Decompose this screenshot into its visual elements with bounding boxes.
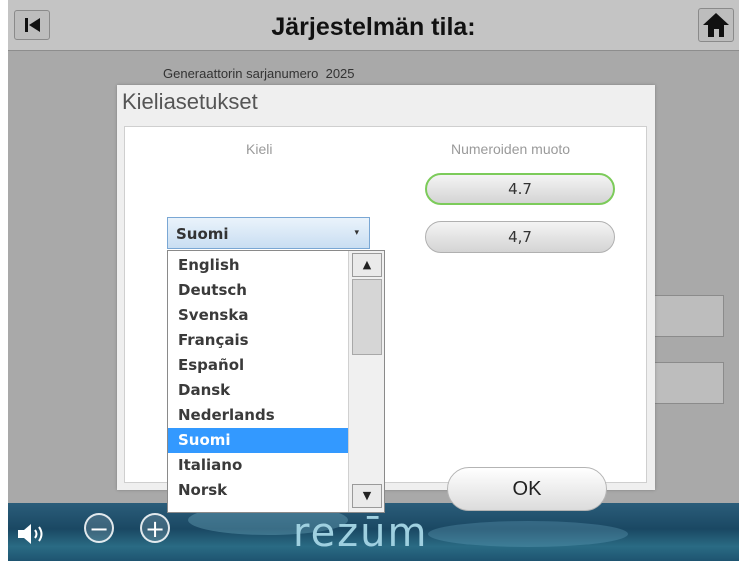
home-icon-door: [714, 29, 719, 37]
home-button[interactable]: [698, 8, 734, 42]
dropdown-arrow-icon: ▾: [354, 228, 359, 238]
scroll-down-icon[interactable]: ▼: [352, 484, 382, 508]
language-option-francais[interactable]: Français: [168, 328, 348, 353]
language-option-norsk[interactable]: Norsk: [168, 478, 348, 503]
volume-up-button[interactable]: +: [140, 513, 170, 543]
language-select-value: Suomi: [176, 225, 229, 243]
background-button-1[interactable]: [654, 295, 724, 337]
language-option-deutsch[interactable]: Deutsch: [168, 278, 348, 303]
serial-number-row: Generaattorin sarjanumero 2025: [163, 66, 355, 81]
background-button-2[interactable]: [654, 362, 724, 404]
scrollbar-thumb[interactable]: [352, 279, 382, 355]
dialog-body: Kieli Numeroiden muoto Suomi ▾ English D…: [124, 126, 647, 513]
list-scrollbar[interactable]: ▲ ▼: [348, 251, 384, 512]
language-select[interactable]: Suomi ▾: [167, 217, 370, 249]
speaker-icon[interactable]: [16, 523, 46, 545]
language-option-dansk[interactable]: Dansk: [168, 378, 348, 403]
brand-logo: rezūm: [293, 510, 429, 556]
header-bar: Järjestelmän tila:: [8, 0, 739, 51]
serial-number-label: Generaattorin sarjanumero: [163, 66, 319, 81]
dialog-title: Kieliasetukset: [122, 89, 258, 114]
language-option-espanol[interactable]: Español: [168, 353, 348, 378]
number-format-dot-button[interactable]: 4.7: [425, 173, 615, 205]
scroll-up-icon[interactable]: ▲: [352, 253, 382, 277]
language-label: Kieli: [246, 141, 273, 157]
serial-number-value: 2025: [325, 66, 355, 81]
volume-down-button[interactable]: −: [84, 513, 114, 543]
ok-button[interactable]: OK: [447, 467, 607, 511]
number-format-comma-button[interactable]: 4,7: [425, 221, 615, 253]
language-option-svenska[interactable]: Svenska: [168, 303, 348, 328]
number-format-label: Numeroiden muoto: [451, 141, 571, 157]
water-background-decoration-2: [428, 521, 628, 547]
language-option-nederlands[interactable]: Nederlands: [168, 403, 348, 428]
language-option-suomi[interactable]: Suomi: [168, 428, 348, 453]
page-title: Järjestelmän tila:: [271, 13, 476, 41]
language-settings-dialog: Kieliasetukset Kieli Numeroiden muoto Su…: [117, 85, 655, 513]
language-option-english[interactable]: English: [168, 253, 348, 278]
language-option-italiano[interactable]: Italiano: [168, 453, 348, 478]
language-dropdown-list[interactable]: English Deutsch Svenska Français Español…: [167, 250, 385, 513]
